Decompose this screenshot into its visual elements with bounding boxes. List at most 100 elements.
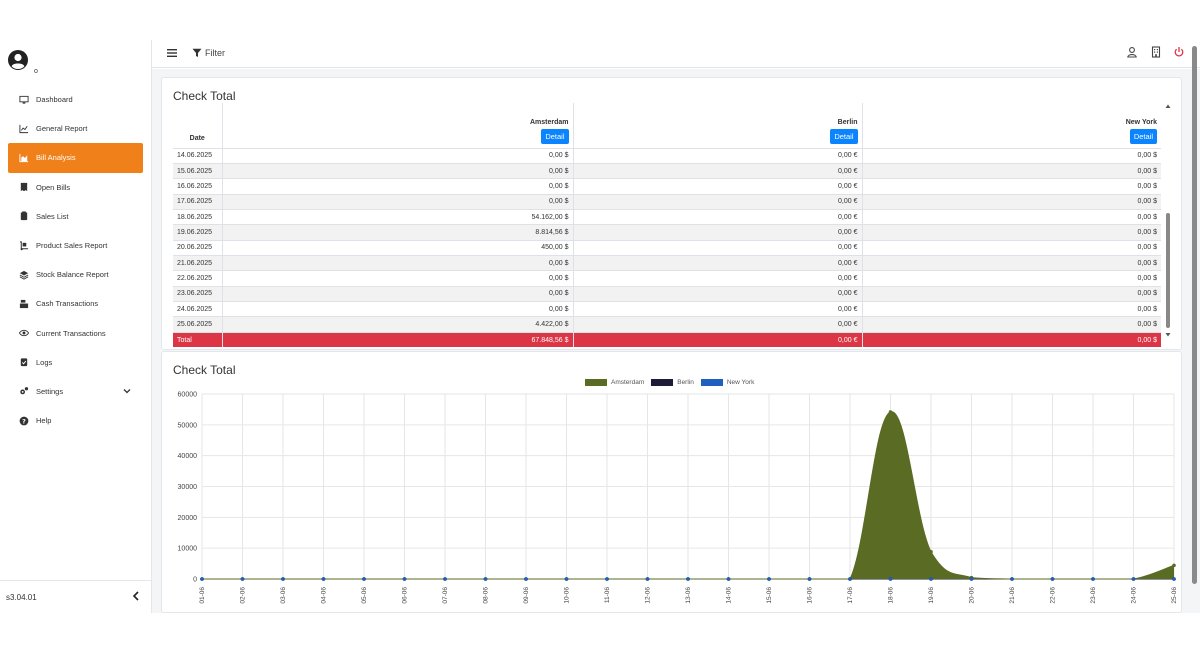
scroll-up-arrow-icon[interactable] (1164, 103, 1172, 109)
y-tick-label: 40000 (178, 453, 198, 460)
sidebar-item-bill-analysis[interactable]: Bill Analysis (8, 143, 143, 173)
x-tick-label: 24-06 (1131, 587, 1138, 604)
svg-text:?: ? (22, 418, 26, 425)
data-point-new-york (1050, 577, 1055, 581)
date-cell: 24.06.2025 (173, 300, 223, 317)
data-point-new-york (281, 577, 285, 581)
date-cell: 19.06.2025 (173, 224, 223, 241)
column-header-amsterdam: Amsterdam Detail (222, 103, 574, 148)
table-card-title: Check Total (173, 89, 236, 103)
date-cell: 25.06.2025 (173, 316, 223, 333)
value-cell: 0,00 € (573, 193, 863, 210)
value-cell: 0,00 $ (222, 162, 574, 179)
table-row: 24.06.2025 0,00 $0,00 €0,00 $ (173, 300, 1161, 317)
data-point-new-york (807, 577, 812, 581)
clipboard-check-icon (20, 358, 28, 367)
value-cell: 0,00 $ (222, 178, 574, 195)
data-point-new-york (1131, 577, 1136, 581)
y-tick-label: 0 (193, 577, 197, 584)
table-scrollbar-thumb[interactable] (1165, 213, 1170, 328)
value-cell: 0,00 € (573, 239, 863, 256)
value-cell: 0,00 $ (862, 224, 1161, 241)
table-row: 16.06.2025 0,00 $0,00 €0,00 $ (173, 178, 1161, 195)
value-cell: 0,00 € (573, 316, 863, 333)
sidebar-item-dashboard[interactable]: Dashboard (8, 85, 143, 114)
x-tick-label: 21-06 (1009, 587, 1016, 604)
filter-icon (192, 48, 202, 57)
value-cell: 0,00 $ (862, 300, 1161, 317)
sidebar-item-open-bills[interactable]: Open Bills (8, 173, 143, 202)
date-cell: 22.06.2025 (173, 270, 223, 287)
sidebar-item-label: Open Bills (36, 182, 71, 192)
table-row: 19.06.2025 8.814,56 $0,00 €0,00 $ (173, 224, 1161, 241)
user-account-icon[interactable] (1126, 46, 1138, 58)
value-cell: 0,00 $ (862, 178, 1161, 195)
table-row: 18.06.2025 54.162,00 $0,00 €0,00 $ (173, 208, 1161, 225)
sidebar-item-cash-transactions[interactable]: Cash Transactions (8, 289, 143, 318)
gears-icon (20, 387, 29, 395)
data-point-new-york (200, 577, 204, 581)
topbar: Filter (152, 40, 1200, 68)
sidebar-item-current-transactions[interactable]: Current Transactions (8, 319, 143, 348)
sidebar-item-label: Cash Transactions (36, 299, 99, 309)
value-cell: 0,00 $ (222, 285, 574, 302)
data-point-new-york (888, 577, 893, 581)
data-point-new-york (240, 577, 245, 581)
chevron-down-icon[interactable] (123, 387, 131, 395)
building-icon[interactable] (1150, 46, 1162, 58)
value-cell: 0,00 € (573, 147, 863, 164)
y-tick-label: 10000 (178, 546, 198, 553)
value-cell: 0,00 € (573, 178, 863, 195)
x-tick-label: 25-06 (1171, 587, 1178, 604)
data-point-new-york (767, 577, 771, 581)
value-cell: 0,00 $ (862, 147, 1161, 164)
x-tick-label: 19-06 (928, 587, 935, 604)
layers-icon (19, 270, 29, 280)
table-row: 14.06.2025 0,00 $0,00 €0,00 $ (173, 147, 1161, 164)
y-tick-label: 30000 (178, 484, 198, 491)
data-point-new-york (969, 577, 974, 581)
collapse-sidebar-chevron-left-icon[interactable] (130, 590, 142, 602)
x-tick-label: 03-06 (280, 587, 287, 604)
eye-icon (19, 329, 29, 337)
page-scrollbar[interactable] (1191, 32, 1198, 610)
table-row: 22.06.2025 0,00 $0,00 €0,00 $ (173, 270, 1161, 287)
user-name: o (34, 68, 38, 75)
value-cell: 0,00 $ (862, 193, 1161, 210)
sidebar-item-label: Stock Balance Report (36, 270, 109, 280)
data-point-new-york (929, 577, 933, 581)
area-chart-icon (19, 153, 29, 163)
main-content: Check Total Date Amsterdam Detail Berlin… (152, 69, 1200, 613)
sidebar-item-product-sales-report[interactable]: Product Sales Report (8, 231, 143, 260)
value-cell: 450,00 $ (222, 239, 574, 256)
sidebar-item-logs[interactable]: Logs (8, 348, 143, 377)
x-tick-label: 16-06 (807, 587, 814, 604)
date-cell: 21.06.2025 (173, 254, 223, 271)
value-cell: 0,00 € (573, 162, 863, 179)
filter-button[interactable]: Filter (192, 45, 225, 61)
detail-button-berlin[interactable]: Detail (830, 128, 858, 144)
detail-button-new-york[interactable]: Detail (1129, 128, 1157, 144)
data-point-new-york (483, 577, 488, 581)
x-tick-label: 14-06 (726, 587, 733, 604)
value-cell: 0,00 € (573, 285, 863, 302)
sidebar-item-settings[interactable]: Settings (8, 377, 143, 406)
data-point-new-york (443, 577, 447, 581)
date-cell: 18.06.2025 (173, 208, 223, 225)
page-scrollbar-thumb[interactable] (1192, 46, 1197, 584)
sidebar-item-help[interactable]: ? Help (8, 406, 143, 435)
column-header-berlin: Berlin Detail (573, 103, 863, 148)
sidebar-item-stock-balance-report[interactable]: Stock Balance Report (8, 260, 143, 289)
sidebar-item-label: Sales List (36, 211, 69, 221)
power-logout-icon[interactable] (1173, 46, 1185, 58)
data-point-amsterdam (888, 410, 893, 414)
value-cell: 0,00 $ (862, 254, 1161, 271)
detail-button-amsterdam[interactable]: Detail (541, 128, 569, 144)
scroll-down-arrow-icon[interactable] (1164, 332, 1172, 338)
total-row: Total 67.848,56 $0,00 €0,00 $ (173, 331, 1161, 348)
date-cell: 23.06.2025 (173, 285, 223, 302)
hamburger-menu-icon[interactable] (166, 47, 178, 59)
table-scrollbar[interactable] (1164, 103, 1172, 339)
sidebar-item-general-report[interactable]: General Report (8, 114, 143, 143)
sidebar-item-sales-list[interactable]: Sales List (8, 202, 143, 231)
